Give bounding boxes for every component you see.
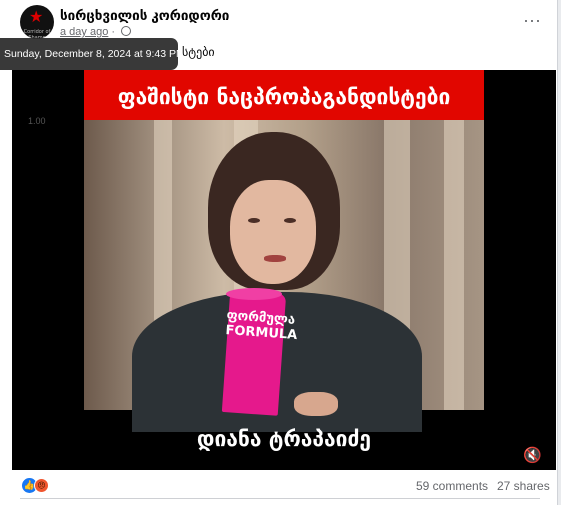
comments-count[interactable]: 59 comments [416,479,488,493]
angry-icon: 😠 [34,478,49,493]
video-banner: ფაშისტი ნაცპროპაგანდისტები [84,70,484,120]
post-card: ★ Corridor of Shame სირცხვილის კორიდორი … [0,0,558,505]
post-timestamp[interactable]: a day ago [60,26,108,38]
more-options-icon[interactable]: ··· [522,10,542,30]
post-stats: 👍 😠 59 comments 27 shares [0,472,557,500]
globe-icon [121,26,132,36]
video-controls: 🔇 [12,440,556,470]
reactions[interactable]: 👍 😠 [22,476,52,494]
avatar[interactable]: ★ Corridor of Shame [20,5,54,39]
divider [20,498,540,499]
playback-speed[interactable]: 1.00 [28,116,46,126]
person-mouth [264,255,286,262]
post-caption: სტები [182,45,215,59]
post-timestamp-row: a day ago · [60,26,132,38]
star-icon: ★ [29,9,44,26]
volume-muted-icon[interactable]: 🔇 [523,446,542,464]
post-header: ★ Corridor of Shame სირცხვილის კორიდორი … [0,0,557,70]
shares-count[interactable]: 27 shares [497,479,550,493]
microphone-top [226,288,282,300]
timestamp-tooltip: Sunday, December 8, 2024 at 9:43 PM [0,38,178,70]
person-eyes [248,218,300,224]
video-player[interactable]: 1.00 ფორმულა FORMULA ფაშისტი ნაცპროპაგან… [12,70,556,470]
person-face [230,180,316,284]
page-name[interactable]: სირცხვილის კორიდორი [60,8,229,24]
microphone-label: ფორმულა FORMULA [225,308,298,344]
